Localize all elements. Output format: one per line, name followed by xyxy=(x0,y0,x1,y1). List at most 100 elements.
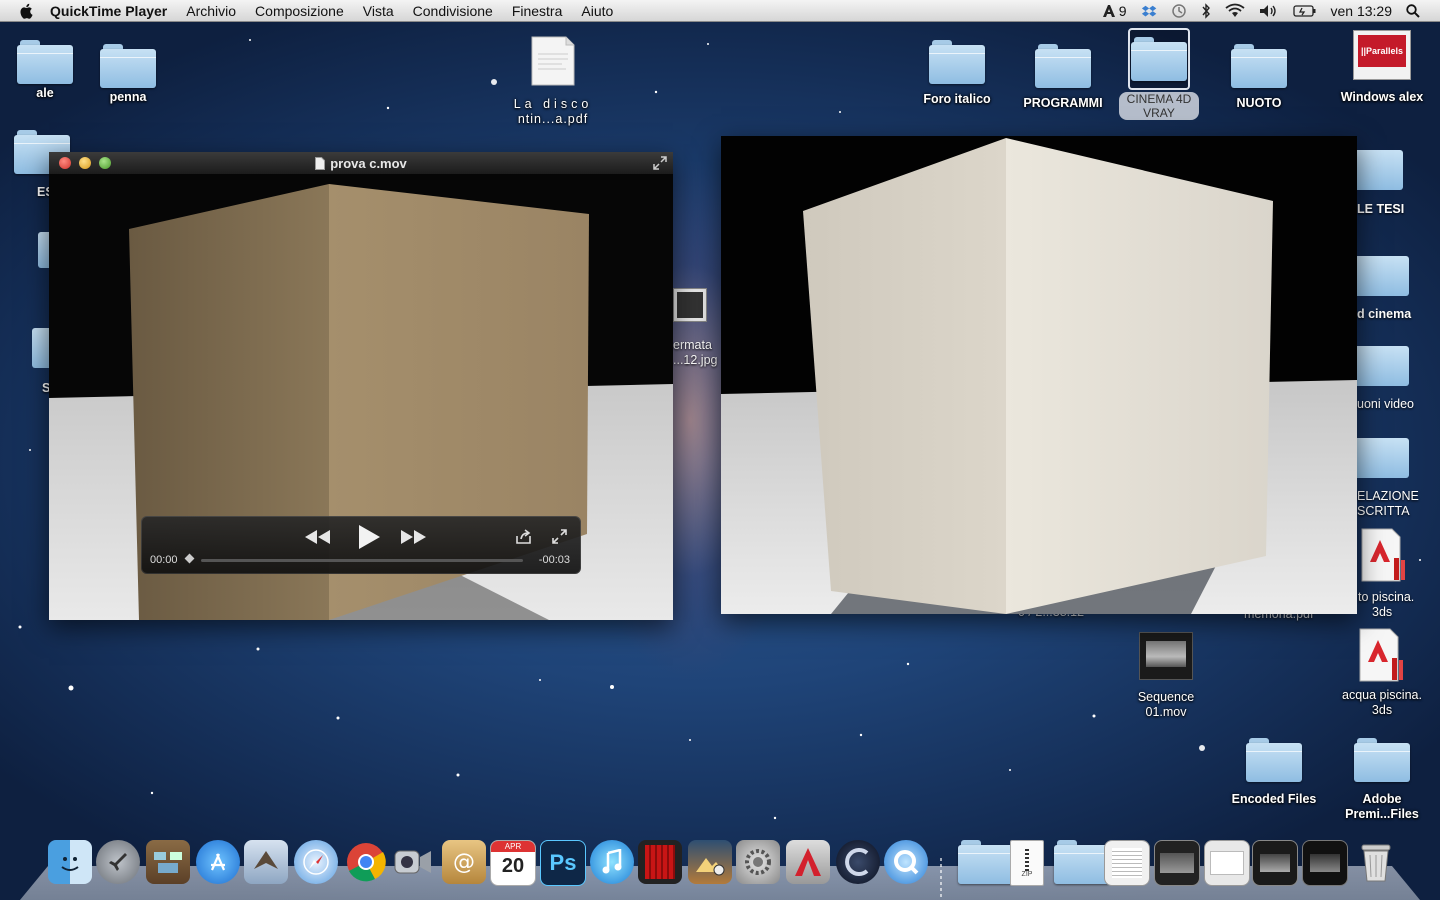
fullscreen-icon[interactable] xyxy=(653,156,667,170)
desktop-parallels-windows[interactable]: ||Parallels Windows alex xyxy=(1327,30,1437,105)
trash-dock-icon[interactable] xyxy=(1354,840,1398,884)
folder-label: NUOTO xyxy=(1236,96,1282,110)
window-titlebar[interactable]: prova c.mov xyxy=(49,152,673,174)
menu-aiuto[interactable]: Aiuto xyxy=(581,3,613,19)
desktop-screenshot-thumbnail[interactable] xyxy=(673,288,707,322)
desktop-file-pdf[interactable]: La disco ntin...a.pdf xyxy=(498,36,608,127)
itunes-dock-icon[interactable] xyxy=(590,840,634,884)
desktop-folder-penna[interactable]: penna xyxy=(73,44,183,105)
desktop-folder-nuoto[interactable]: NUOTO xyxy=(1204,44,1314,111)
quicktime-player-window: prova c.mov 00:00 -00:03 xyxy=(49,152,673,620)
desktop-file-3ds-1[interactable] xyxy=(1360,528,1408,587)
folder-label: Foro italico xyxy=(923,92,991,106)
finder-dock-icon[interactable] xyxy=(48,840,92,884)
close-button[interactable] xyxy=(59,157,71,169)
minimize-button[interactable] xyxy=(79,157,91,169)
folder-icon xyxy=(17,40,73,84)
folder-label: PROGRAMMI xyxy=(1023,96,1103,110)
chrome-dock-icon[interactable] xyxy=(344,840,388,884)
parallels-vm-icon: ||Parallels xyxy=(1353,30,1411,80)
file-label-piscina2-line2: 3ds xyxy=(1371,703,1393,717)
iphoto-dock-icon[interactable] xyxy=(688,840,732,884)
video-preview-window[interactable] xyxy=(721,136,1357,614)
file-label-ermata-line2: ...12.jpg xyxy=(673,353,718,367)
input-menu-status[interactable]: 9 xyxy=(1101,3,1127,19)
rewind-button[interactable] xyxy=(303,528,331,546)
folder-icon-tesi[interactable] xyxy=(1357,150,1403,190)
video-frame-2 xyxy=(721,136,1357,614)
photoshop-dock-icon[interactable]: Ps xyxy=(540,840,586,886)
folder-icon xyxy=(1231,44,1287,88)
dropbox-icon[interactable] xyxy=(1141,3,1157,19)
calendar-dock-icon[interactable]: APR 20 xyxy=(490,840,536,886)
desktop-folder-adobe-premiere[interactable]: Adobe Premi...Files xyxy=(1327,738,1437,822)
play-button[interactable] xyxy=(357,524,381,550)
scrubber-handle[interactable] xyxy=(184,553,195,564)
menu-archivio[interactable]: Archivio xyxy=(186,3,236,19)
autocad-dock-icon[interactable] xyxy=(786,840,830,884)
zip-file-dock-icon[interactable]: ZIP xyxy=(1010,840,1044,886)
battery-icon[interactable] xyxy=(1292,4,1317,18)
folder-label-line2: Premi...Files xyxy=(1345,807,1419,821)
folder-partial-icon-2[interactable] xyxy=(32,328,50,368)
menu-clock[interactable]: ven 13:29 xyxy=(1331,3,1393,19)
downloads-stack-dock-icon[interactable] xyxy=(1204,840,1250,886)
safari-dock-icon[interactable] xyxy=(294,840,338,884)
photo-booth-dock-icon[interactable] xyxy=(638,840,682,884)
quicktime-dock-icon[interactable] xyxy=(884,840,928,884)
folder-label: Encoded Files xyxy=(1231,792,1317,806)
fast-forward-button[interactable] xyxy=(400,528,428,546)
movie-stack-dock-icon-2[interactable] xyxy=(1302,840,1348,886)
address-book-dock-icon[interactable]: @ xyxy=(442,840,486,884)
app-store-dock-icon[interactable] xyxy=(196,840,240,884)
launchpad-dock-icon[interactable] xyxy=(96,840,140,884)
folder-label-line1: Adobe xyxy=(1362,792,1402,806)
desktop-folder-programmi[interactable]: PROGRAMMI xyxy=(1008,44,1118,111)
cinema4d-dock-icon[interactable] xyxy=(836,840,880,884)
expand-button[interactable] xyxy=(552,529,567,544)
time-machine-icon[interactable] xyxy=(1171,3,1187,19)
window-title: prova c.mov xyxy=(330,155,407,171)
spotlight-icon[interactable] xyxy=(1406,4,1420,18)
zoom-button[interactable] xyxy=(99,157,111,169)
desktop-folder-cinema4d-selected[interactable]: CINEMA 4D VRAY xyxy=(1104,28,1214,122)
screenshot-stack-dock-icon[interactable] xyxy=(1154,840,1200,886)
input-menu-count: 9 xyxy=(1118,3,1127,19)
folder-label-cinema: d cinema xyxy=(1357,307,1412,321)
folder-icon-video[interactable] xyxy=(1357,346,1409,386)
scrubber-track[interactable] xyxy=(201,559,523,562)
menu-app-name[interactable]: QuickTime Player xyxy=(50,3,167,19)
desktop-file-3ds-2[interactable]: acqua piscina. 3ds xyxy=(1327,628,1437,718)
folder-label-relazione-line2: SCRITTA xyxy=(1357,504,1410,518)
desktop-folder-encoded-files[interactable]: Encoded Files xyxy=(1219,738,1329,807)
movie-thumbnail-icon xyxy=(1139,632,1193,680)
movie-stack-dock-icon[interactable] xyxy=(1252,840,1298,886)
volume-icon[interactable] xyxy=(1259,3,1279,19)
menu-vista[interactable]: Vista xyxy=(363,3,394,19)
menu-composizione[interactable]: Composizione xyxy=(255,3,344,19)
folder-icon xyxy=(1054,840,1110,884)
calendar-month: APR xyxy=(491,841,535,852)
wifi-icon[interactable] xyxy=(1224,3,1245,19)
folder-label-tesi: LE TESI xyxy=(1357,202,1405,216)
apple-icon[interactable] xyxy=(18,2,36,20)
folder-label-line1: CINEMA 4D xyxy=(1126,92,1192,106)
folder-icon-cinema[interactable] xyxy=(1357,256,1409,296)
share-button[interactable] xyxy=(515,529,533,545)
document-stack-dock-icon[interactable] xyxy=(1104,840,1150,886)
mission-control-dock-icon[interactable] xyxy=(146,840,190,884)
system-preferences-dock-icon[interactable] xyxy=(736,840,780,884)
menu-finestra[interactable]: Finestra xyxy=(512,3,563,19)
desktop-folder-foro-italico[interactable]: Foro italico xyxy=(902,40,1012,107)
menu-bar: QuickTime Player Archivio Composizione V… xyxy=(0,0,1440,22)
mail-dock-icon[interactable] xyxy=(244,840,288,884)
documents-stack-dock-icon[interactable] xyxy=(1054,840,1110,884)
folder-icon xyxy=(958,840,1014,884)
folder-icon-relazione[interactable] xyxy=(1357,438,1409,478)
facetime-dock-icon[interactable] xyxy=(392,840,436,884)
desktop-file-sequence-mov[interactable]: Sequence 01.mov xyxy=(1111,632,1221,720)
applications-stack-dock-icon[interactable] xyxy=(958,840,1014,884)
bluetooth-icon[interactable] xyxy=(1201,3,1211,19)
menu-condivisione[interactable]: Condivisione xyxy=(413,3,493,19)
folder-label-line2: VRAY xyxy=(1143,106,1175,120)
